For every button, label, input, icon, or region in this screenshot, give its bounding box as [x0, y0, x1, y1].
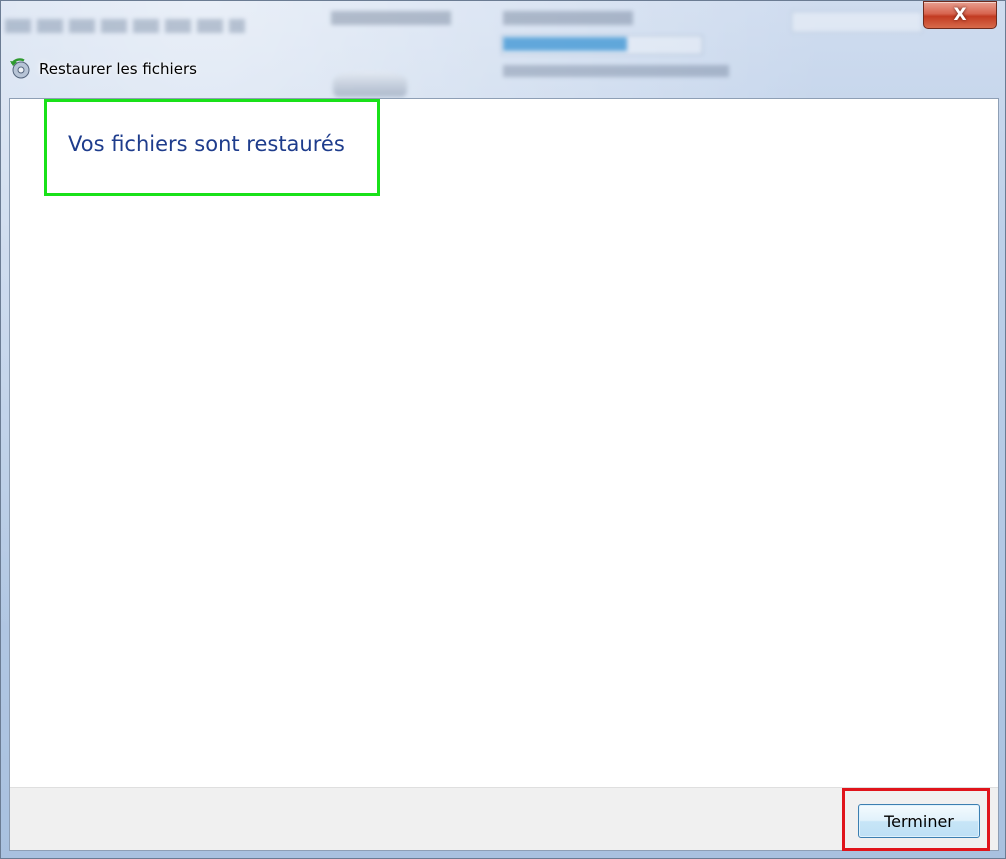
- dialog-window: X Restaurer les fichiers Vos fichiers so…: [0, 0, 1006, 859]
- title-bar: Restaurer les fichiers: [9, 56, 197, 82]
- dialog-body: Vos fichiers sont restaurés Terminer: [9, 98, 999, 851]
- window-title: Restaurer les fichiers: [39, 60, 197, 78]
- close-icon: X: [953, 5, 967, 25]
- background-blur: [503, 37, 627, 51]
- highlight-box-heading: [44, 99, 380, 196]
- restore-files-icon: [9, 58, 31, 80]
- highlight-box-finish: [842, 788, 990, 851]
- background-blur: [5, 19, 245, 33]
- close-button[interactable]: X: [923, 1, 997, 29]
- background-blur: [331, 11, 451, 25]
- background-blur: [333, 71, 407, 97]
- background-blur: [503, 65, 729, 77]
- background-blur: [503, 11, 633, 25]
- dialog-footer: Terminer: [10, 787, 998, 851]
- background-blur: [791, 11, 923, 33]
